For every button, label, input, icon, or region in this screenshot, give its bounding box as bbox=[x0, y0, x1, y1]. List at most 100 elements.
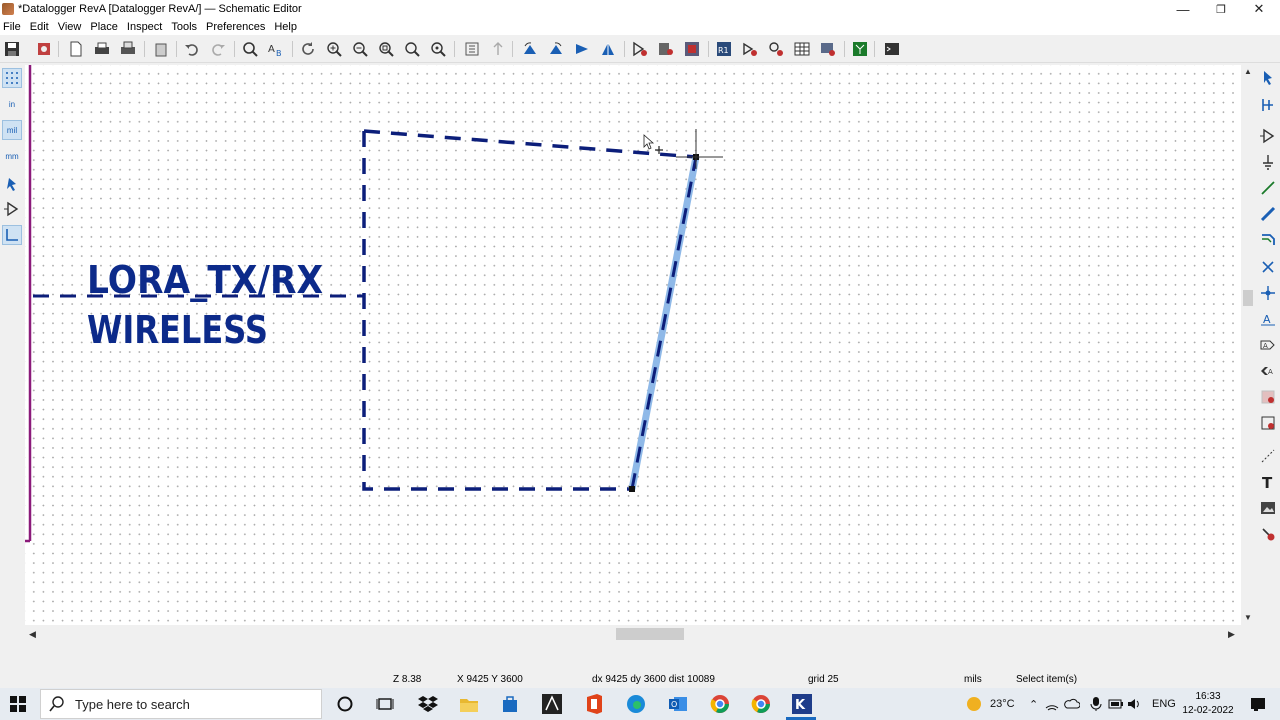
rotate-cw-icon[interactable] bbox=[546, 39, 566, 59]
graphic-polyline-outline[interactable] bbox=[362, 131, 632, 491]
chrome-profile-icon[interactable] bbox=[708, 692, 732, 716]
horizontal-scroll-thumb[interactable] bbox=[616, 628, 684, 640]
units-inches-button[interactable]: in bbox=[2, 94, 22, 114]
zoom-out-icon[interactable] bbox=[350, 39, 370, 59]
hidden-pins-icon[interactable] bbox=[2, 199, 22, 219]
schematic-canvas[interactable]: LORA_TX/RX WIRELESS bbox=[25, 65, 1241, 625]
scroll-up-icon[interactable]: ▲ bbox=[1244, 67, 1252, 76]
horizontal-scrollbar[interactable]: ◀ ▶ bbox=[25, 626, 1241, 642]
mirror-h-icon[interactable] bbox=[598, 39, 618, 59]
microphone-icon[interactable] bbox=[1088, 696, 1104, 712]
menu-preferences[interactable]: Preferences bbox=[203, 21, 271, 33]
outlook-icon[interactable]: O bbox=[666, 692, 690, 716]
select-arrow-icon[interactable] bbox=[1258, 68, 1278, 88]
dropbox-icon[interactable] bbox=[416, 692, 440, 716]
network-icon[interactable] bbox=[1044, 696, 1060, 712]
annotate-icon[interactable]: R1 bbox=[714, 39, 734, 59]
global-label-icon[interactable]: A bbox=[1258, 335, 1278, 355]
tray-chevron-up-icon[interactable]: ⌃ bbox=[1029, 688, 1038, 720]
rotate-ccw-icon[interactable] bbox=[520, 39, 540, 59]
grid-toggle-icon[interactable] bbox=[2, 68, 22, 88]
scroll-down-icon[interactable]: ▼ bbox=[1244, 613, 1252, 622]
net-label-icon[interactable]: A bbox=[1258, 309, 1278, 329]
battery-icon[interactable] bbox=[1108, 696, 1124, 712]
units-mm-button[interactable]: mm bbox=[2, 146, 22, 166]
print-icon[interactable] bbox=[92, 39, 112, 59]
zoom-in-icon[interactable] bbox=[324, 39, 344, 59]
schematic-setup-icon[interactable] bbox=[34, 39, 54, 59]
erc-icon[interactable] bbox=[740, 39, 760, 59]
kicad-taskbar-icon[interactable]: K bbox=[790, 692, 814, 716]
chrome-browser-icon[interactable] bbox=[749, 692, 773, 716]
taskbar-search-box[interactable]: Type here to search bbox=[40, 689, 322, 719]
hierarchical-sheet-icon[interactable] bbox=[1258, 387, 1278, 407]
add-graphic-lines-icon[interactable] bbox=[1258, 446, 1278, 466]
redo-icon[interactable] bbox=[208, 39, 228, 59]
add-power-icon[interactable] bbox=[1258, 152, 1278, 172]
no-connect-icon[interactable] bbox=[1258, 257, 1278, 277]
menu-inspect[interactable]: Inspect bbox=[124, 21, 168, 33]
menu-file[interactable]: File bbox=[0, 21, 27, 33]
units-mils-button[interactable]: mil bbox=[2, 120, 22, 140]
highlight-net-icon[interactable] bbox=[1258, 95, 1278, 115]
symbol-editor-icon[interactable] bbox=[630, 39, 650, 59]
footprint-assign-icon[interactable] bbox=[682, 39, 702, 59]
vertical-scroll-thumb[interactable] bbox=[1243, 290, 1253, 306]
footprint-editor-icon[interactable] bbox=[766, 39, 786, 59]
hierarchical-label-icon[interactable]: A bbox=[1258, 361, 1278, 381]
task-view-icon[interactable] bbox=[373, 692, 397, 716]
add-bus-icon[interactable] bbox=[1258, 204, 1278, 224]
zoom-objects-icon[interactable] bbox=[402, 39, 422, 59]
office-icon[interactable] bbox=[582, 692, 606, 716]
cursor-style-icon[interactable] bbox=[2, 174, 22, 194]
add-text-icon[interactable]: T bbox=[1258, 472, 1278, 492]
line-endpoint-handle[interactable] bbox=[629, 486, 635, 492]
zoom-fit-icon[interactable] bbox=[376, 39, 396, 59]
page-settings-icon[interactable] bbox=[66, 39, 86, 59]
refresh-icon[interactable] bbox=[298, 39, 318, 59]
import-sheet-pin-icon[interactable] bbox=[1258, 413, 1278, 433]
find-replace-icon[interactable]: AB bbox=[266, 39, 286, 59]
add-image-icon[interactable] bbox=[1258, 498, 1278, 518]
scroll-left-icon[interactable]: ◀ bbox=[29, 629, 36, 640]
add-symbol-icon[interactable] bbox=[1258, 126, 1278, 146]
scroll-right-icon[interactable]: ▶ bbox=[1228, 629, 1235, 640]
add-wire-icon[interactable] bbox=[1258, 178, 1278, 198]
close-button[interactable]: ✕ bbox=[1240, 0, 1278, 18]
notification-center-icon[interactable] bbox=[1246, 692, 1270, 716]
windows-start-icon[interactable] bbox=[6, 692, 30, 716]
hierarchy-navigator-icon[interactable] bbox=[462, 39, 482, 59]
plot-icon[interactable] bbox=[118, 39, 138, 59]
undo-icon[interactable] bbox=[182, 39, 202, 59]
bom-icon[interactable] bbox=[792, 39, 812, 59]
system-clock[interactable]: 16:33 12-02-2022 bbox=[1180, 690, 1236, 718]
junction-icon[interactable] bbox=[1258, 283, 1278, 303]
volume-icon[interactable] bbox=[1126, 696, 1142, 712]
mirror-v-icon[interactable] bbox=[572, 39, 592, 59]
save-icon[interactable] bbox=[2, 39, 22, 59]
scripting-console-icon[interactable] bbox=[882, 39, 902, 59]
cortana-icon[interactable] bbox=[333, 692, 357, 716]
acer-app-icon[interactable] bbox=[540, 692, 564, 716]
add-bus-entry-icon[interactable] bbox=[1258, 230, 1278, 250]
weather-temperature[interactable]: 23°C bbox=[990, 688, 1015, 720]
find-icon[interactable] bbox=[240, 39, 260, 59]
leave-sheet-icon[interactable] bbox=[488, 39, 508, 59]
zoom-selection-icon[interactable] bbox=[428, 39, 448, 59]
microsoft-store-icon[interactable] bbox=[498, 692, 522, 716]
edit-fields-icon[interactable] bbox=[818, 39, 838, 59]
sheet-label-line2[interactable]: WIRELESS bbox=[87, 308, 268, 352]
angle-constraint-icon[interactable] bbox=[2, 225, 22, 245]
sheet-label-line1[interactable]: LORA_TX/RX bbox=[87, 258, 323, 302]
menu-edit[interactable]: Edit bbox=[27, 21, 55, 33]
paste-icon[interactable] bbox=[152, 39, 172, 59]
menu-view[interactable]: View bbox=[55, 21, 88, 33]
onedrive-icon[interactable] bbox=[1064, 696, 1080, 712]
file-explorer-icon[interactable] bbox=[457, 692, 481, 716]
input-language[interactable]: ENG bbox=[1152, 688, 1176, 720]
menu-tools[interactable]: Tools bbox=[168, 21, 203, 33]
minimize-button[interactable]: — bbox=[1164, 0, 1202, 18]
menu-help[interactable]: Help bbox=[271, 21, 303, 33]
menu-place[interactable]: Place bbox=[87, 21, 124, 33]
maximize-button[interactable]: ❐ bbox=[1202, 0, 1240, 18]
